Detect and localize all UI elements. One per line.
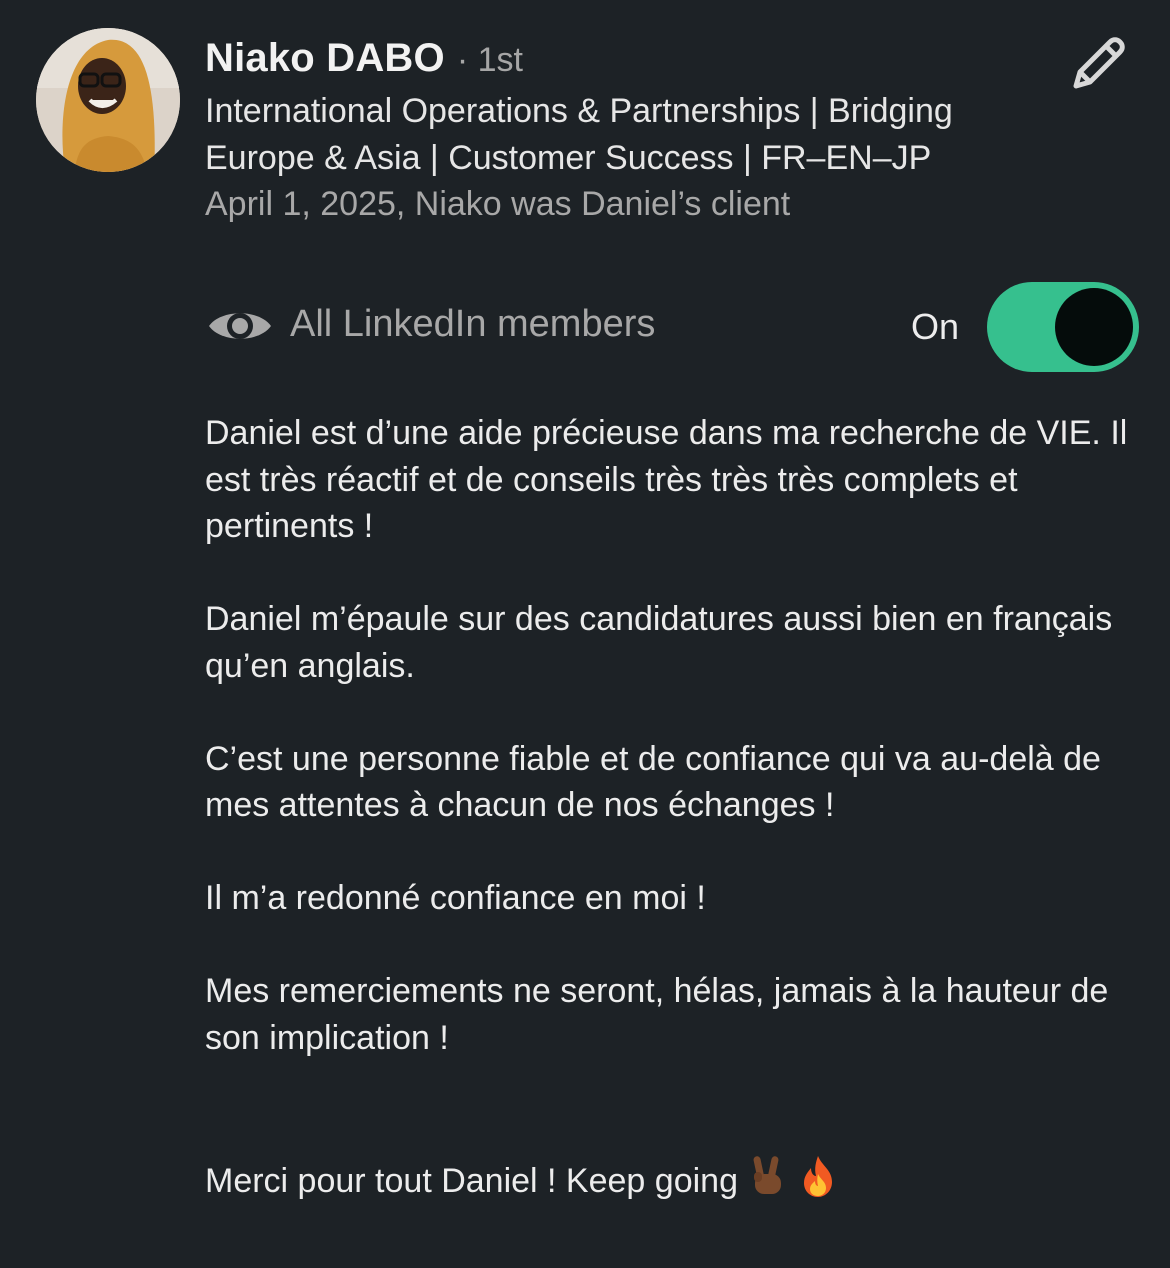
- closing-text: Merci pour tout Daniel ! Keep going: [205, 1162, 738, 1200]
- victory-hand-icon: [748, 1154, 788, 1211]
- recommendation-paragraph-5: Mes remerciements ne seront, hélas, jama…: [205, 972, 1109, 1057]
- visibility-label: All LinkedIn members: [290, 303, 656, 345]
- eye-icon: [209, 313, 271, 339]
- visibility-row: All LinkedIn members On: [205, 282, 1140, 372]
- connection-degree: · 1st: [456, 41, 523, 79]
- toggle-knob[interactable]: [1055, 288, 1133, 366]
- fire-icon: [798, 1154, 838, 1211]
- avatar[interactable]: [36, 28, 180, 172]
- toggle-state-label: On: [911, 306, 960, 347]
- recommendation-paragraph-3: C’est une personne fiable et de confianc…: [205, 739, 1101, 825]
- recommender-header: Niako DABO · 1st International Operation…: [205, 36, 1035, 228]
- recommendation-paragraph-2: Daniel m’épaule sur des candidatures aus…: [205, 600, 1113, 685]
- edit-button[interactable]: [1060, 30, 1136, 98]
- visibility-toggle[interactable]: [987, 282, 1139, 372]
- recommender-name[interactable]: Niako DABO: [205, 36, 445, 81]
- relationship-line: April 1, 2025, Niako was Daniel’s client: [205, 185, 791, 223]
- pencil-icon: [1073, 37, 1125, 89]
- recommendation-text: Daniel est d’une aide précieuse dans ma …: [205, 410, 1140, 1211]
- recommendation-paragraph-4: Il m’a redonné confiance en moi !: [205, 879, 706, 917]
- recommender-headline: International Operations & Partnerships …: [205, 92, 953, 177]
- recommendation-paragraph-1: Daniel est d’une aide précieuse dans ma …: [205, 414, 1128, 545]
- recommendation-closing: Merci pour tout Daniel ! Keep going: [205, 1154, 1140, 1211]
